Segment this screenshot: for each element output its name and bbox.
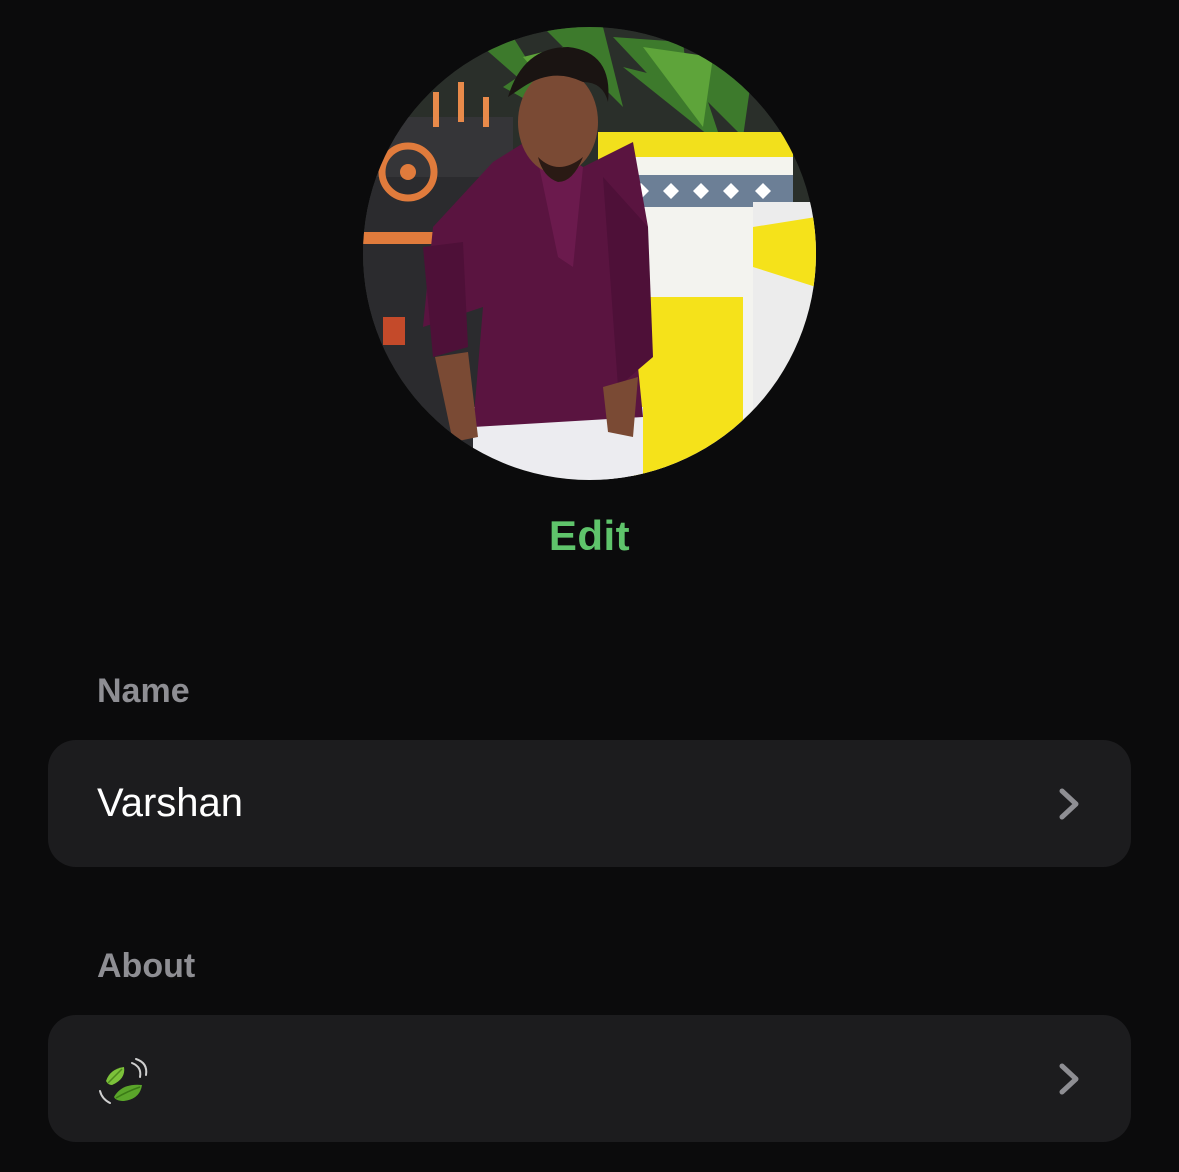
name-value: Varshan	[97, 781, 244, 825]
about-row[interactable]	[48, 1015, 1131, 1142]
avatar[interactable]	[363, 27, 816, 480]
leaf-fluttering-in-wind-icon	[99, 1058, 148, 1104]
about-section-label: About	[97, 947, 196, 985]
chevron-right-icon	[1059, 788, 1079, 820]
name-row[interactable]: Varshan	[48, 740, 1131, 867]
edit-photo-button[interactable]: Edit	[0, 512, 1179, 560]
name-section-label: Name	[97, 672, 190, 710]
profile-photo	[363, 27, 816, 480]
chevron-right-icon	[1059, 1063, 1079, 1095]
